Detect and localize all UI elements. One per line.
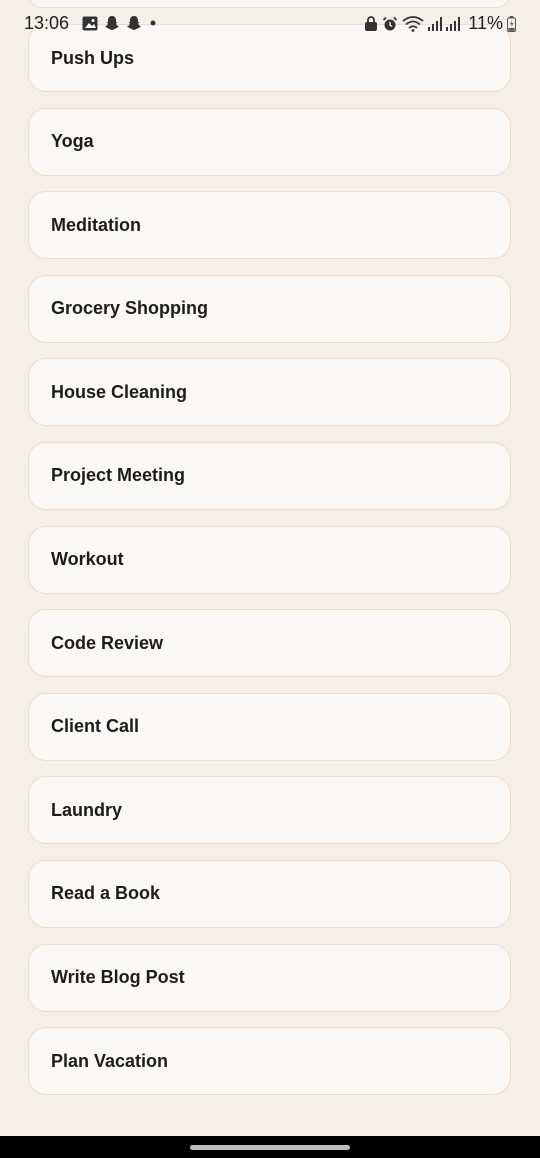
- task-label: Read a Book: [51, 883, 161, 904]
- task-card[interactable]: Grocery Shopping: [28, 274, 511, 343]
- lock-icon: [365, 15, 378, 31]
- task-card[interactable]: Client Call: [28, 692, 511, 761]
- task-card[interactable]: Laundry: [28, 776, 511, 845]
- task-label: Write Blog Post: [51, 967, 185, 988]
- status-bar: 13:06 11%: [0, 0, 540, 44]
- task-card[interactable]: Plan Vacation: [28, 1027, 511, 1096]
- task-label: Workout: [51, 549, 124, 570]
- status-time: 13:06: [24, 13, 70, 33]
- snapchat-icon: [127, 16, 141, 30]
- task-label: Grocery Shopping: [51, 298, 209, 319]
- task-label: Push Ups: [51, 47, 135, 68]
- gallery-icon: [82, 16, 98, 30]
- task-label: Plan Vacation: [51, 1050, 169, 1071]
- signal-icon: [446, 16, 461, 31]
- navigation-bar: [0, 1136, 540, 1158]
- task-card[interactable]: House Cleaning: [28, 358, 511, 427]
- alarm-icon: [383, 16, 398, 30]
- task-card[interactable]: Read a Book: [28, 859, 511, 928]
- task-card[interactable]: Code Review: [28, 609, 511, 678]
- dot-icon: [150, 20, 156, 26]
- task-label: Laundry: [51, 799, 123, 820]
- system-icons: 11%: [364, 13, 516, 34]
- notification-icons: [82, 15, 158, 31]
- task-card[interactable]: Meditation: [28, 191, 511, 260]
- task-card[interactable]: Project Meeting: [28, 441, 511, 510]
- signal-icon: [428, 16, 443, 31]
- battery-percent: 11%: [468, 13, 503, 33]
- task-label: Code Review: [51, 632, 164, 653]
- task-label: Project Meeting: [51, 465, 186, 486]
- task-label: House Cleaning: [51, 381, 188, 402]
- task-label: Yoga: [51, 131, 94, 152]
- snapchat-icon: [105, 16, 119, 30]
- task-card[interactable]: Yoga: [28, 107, 511, 176]
- wifi-icon: [402, 15, 424, 32]
- home-indicator[interactable]: [190, 1145, 350, 1150]
- task-card[interactable]: Write Blog Post: [28, 943, 511, 1012]
- battery-charging-icon: [507, 15, 516, 32]
- task-label: Client Call: [51, 716, 140, 737]
- task-card[interactable]: Workout: [28, 525, 511, 594]
- task-list: Push Ups Yoga Meditation Grocery Shoppin…: [28, 24, 511, 1111]
- task-label: Meditation: [51, 214, 141, 235]
